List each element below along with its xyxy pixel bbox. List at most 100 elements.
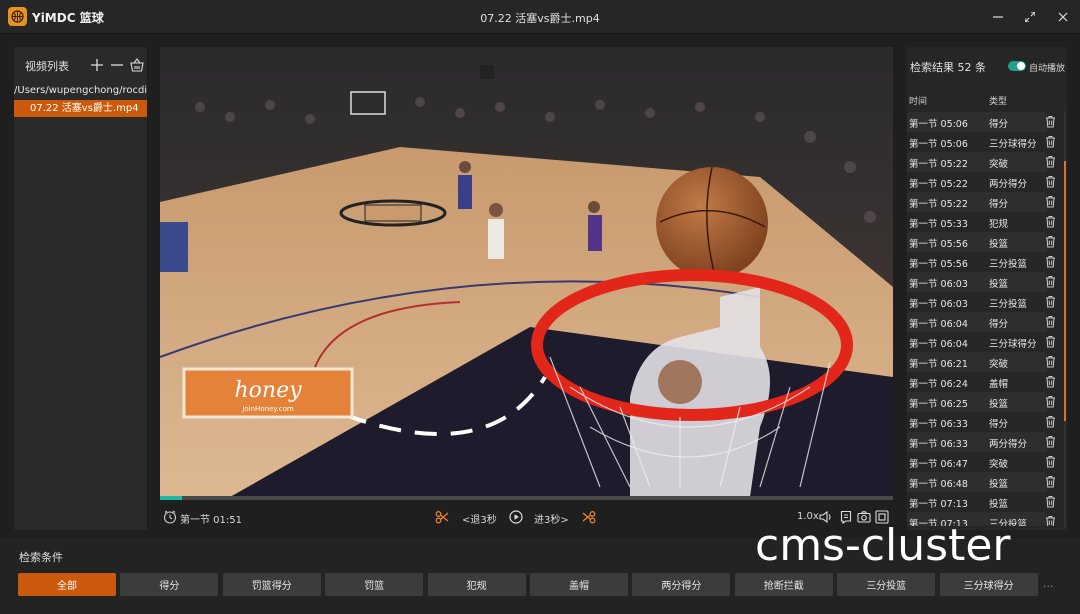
filter-chip[interactable]: 抢断拦截	[734, 573, 833, 596]
result-type: 两分得分	[989, 439, 1028, 450]
result-type: 投篮	[989, 239, 1009, 250]
trash-icon[interactable]	[1045, 355, 1057, 368]
trash-icon[interactable]	[1045, 515, 1057, 526]
result-time: 第一节 05:56	[909, 239, 968, 250]
trash-icon[interactable]	[1045, 255, 1057, 268]
result-time: 第一节 06:04	[909, 319, 968, 330]
filter-chip[interactable]: 得分	[120, 573, 219, 596]
add-icon[interactable]	[90, 57, 104, 71]
trash-icon[interactable]	[1045, 375, 1057, 388]
result-row[interactable]: 第一节 06:21 突破	[907, 352, 1055, 372]
result-row[interactable]: 第一节 06:03 投篮	[907, 272, 1055, 292]
result-type: 两分得分	[989, 179, 1028, 190]
trash-icon[interactable]	[1045, 195, 1057, 208]
result-row[interactable]: 第一节 06:25 投篮	[907, 392, 1055, 412]
results-scrollbar[interactable]	[1064, 111, 1066, 527]
result-type: 突破	[989, 459, 1009, 470]
play-icon[interactable]	[509, 509, 525, 525]
result-row[interactable]: 第一节 06:33 得分	[907, 412, 1055, 432]
result-time: 第一节 06:03	[909, 279, 968, 290]
result-type: 投篮	[989, 499, 1009, 510]
result-row[interactable]: 第一节 05:22 突破	[907, 152, 1055, 172]
result-type: 突破	[989, 159, 1009, 170]
filter-chip[interactable]: 盖帽	[530, 573, 628, 596]
trash-icon[interactable]	[1045, 495, 1057, 508]
clear-basket-icon[interactable]	[130, 57, 144, 72]
result-time: 第一节 06:48	[909, 479, 968, 490]
trash-icon[interactable]	[1045, 215, 1057, 228]
trash-icon[interactable]	[1045, 415, 1057, 428]
result-row[interactable]: 第一节 06:33 两分得分	[907, 432, 1055, 452]
trash-icon[interactable]	[1045, 335, 1057, 348]
more-icon[interactable]: ···	[1043, 580, 1054, 593]
result-type: 三分投篮	[989, 259, 1028, 270]
trash-icon[interactable]	[1045, 115, 1057, 128]
video-player[interactable]: honey JoinHoney.com	[160, 47, 893, 497]
ad-subtext: JoinHoney.com	[241, 405, 294, 413]
filter-chip[interactable]: 罚篮	[325, 573, 424, 596]
minimize-icon[interactable]	[989, 8, 1007, 26]
filter-chip[interactable]: 全部	[18, 573, 116, 596]
trash-icon[interactable]	[1045, 175, 1057, 188]
app-window: YiMDC 篮球 07.22 活塞vs爵士.mp4 视频列表 /Users/wu…	[0, 0, 1080, 614]
result-type: 三分球得分	[989, 139, 1037, 150]
filter-chip[interactable]: 犯规	[427, 573, 526, 596]
results-panel: 检索结果 52 条 自动播放 时间 类型 第一节 05:06 得分 第一节 05:0…	[907, 47, 1067, 530]
file-item[interactable]: 07.22 活塞vs爵士.mp4	[14, 100, 147, 117]
trash-icon[interactable]	[1045, 395, 1057, 408]
results-list: 第一节 05:06 得分 第一节 05:06 三分球得分 第一节 05:22 突破 第一节 …	[907, 112, 1067, 526]
result-type: 三分投篮	[989, 299, 1028, 310]
result-type: 投篮	[989, 479, 1009, 490]
result-time: 第一节 06:47	[909, 459, 968, 470]
folder-path: /Users/wupengchong/rocdi...	[14, 85, 147, 96]
result-row[interactable]: 第一节 05:06 三分球得分	[907, 132, 1055, 152]
result-row[interactable]: 第一节 05:56 投篮	[907, 232, 1055, 252]
trash-icon[interactable]	[1045, 295, 1057, 308]
filter-chip[interactable]: 罚篮得分	[222, 573, 321, 596]
column-time: 时间	[909, 97, 928, 107]
result-type: 投篮	[989, 399, 1009, 410]
result-row[interactable]: 第一节 06:47 突破	[907, 452, 1055, 472]
trash-icon[interactable]	[1045, 455, 1057, 468]
result-time: 第一节 06:24	[909, 379, 968, 390]
result-row[interactable]: 第一节 06:03 三分投篮	[907, 292, 1055, 312]
maximize-icon[interactable]	[1021, 8, 1039, 26]
result-time: 第一节 05:06	[909, 119, 968, 130]
result-row[interactable]: 第一节 05:56 三分投篮	[907, 252, 1055, 272]
result-time: 第一节 05:22	[909, 179, 968, 190]
forward-3s-button[interactable]: 进3秒>	[534, 511, 569, 526]
result-row[interactable]: 第一节 05:22 得分	[907, 192, 1055, 212]
result-row[interactable]: 第一节 05:22 两分得分	[907, 172, 1055, 192]
remove-icon[interactable]	[110, 57, 124, 71]
scrollbar-thumb[interactable]	[1064, 161, 1066, 421]
result-row[interactable]: 第一节 06:04 得分	[907, 312, 1055, 332]
result-time: 第一节 05:22	[909, 199, 968, 210]
progress-bar[interactable]	[160, 496, 893, 500]
result-row[interactable]: 第一节 05:06 得分	[907, 112, 1055, 132]
trash-icon[interactable]	[1045, 135, 1057, 148]
title-bar: YiMDC 篮球 07.22 活塞vs爵士.mp4	[0, 0, 1080, 34]
result-type: 得分	[989, 199, 1009, 210]
result-row[interactable]: 第一节 05:33 犯规	[907, 212, 1055, 232]
trash-icon[interactable]	[1045, 315, 1057, 328]
autoplay-toggle[interactable]	[1008, 61, 1026, 71]
cut-start-icon[interactable]	[435, 509, 451, 525]
trash-icon[interactable]	[1045, 435, 1057, 448]
result-type: 得分	[989, 419, 1009, 430]
filter-chip[interactable]: 两分得分	[632, 573, 731, 596]
result-time: 第一节 05:22	[909, 159, 968, 170]
result-row[interactable]: 第一节 06:24 盖帽	[907, 372, 1055, 392]
trash-icon[interactable]	[1045, 275, 1057, 288]
filter-chip[interactable]: 三分投篮	[837, 573, 936, 596]
filter-chip[interactable]: 三分球得分	[939, 573, 1038, 596]
trash-icon[interactable]	[1045, 475, 1057, 488]
result-row[interactable]: 第一节 07:13 投篮	[907, 492, 1055, 512]
back-3s-button[interactable]: <退3秒	[462, 511, 497, 526]
result-time: 第一节 06:33	[909, 419, 968, 430]
trash-icon[interactable]	[1045, 235, 1057, 248]
cut-end-icon[interactable]	[582, 509, 598, 525]
close-icon[interactable]	[1054, 8, 1072, 26]
result-row[interactable]: 第一节 06:48 投篮	[907, 472, 1055, 492]
trash-icon[interactable]	[1045, 155, 1057, 168]
result-row[interactable]: 第一节 06:04 三分球得分	[907, 332, 1055, 352]
